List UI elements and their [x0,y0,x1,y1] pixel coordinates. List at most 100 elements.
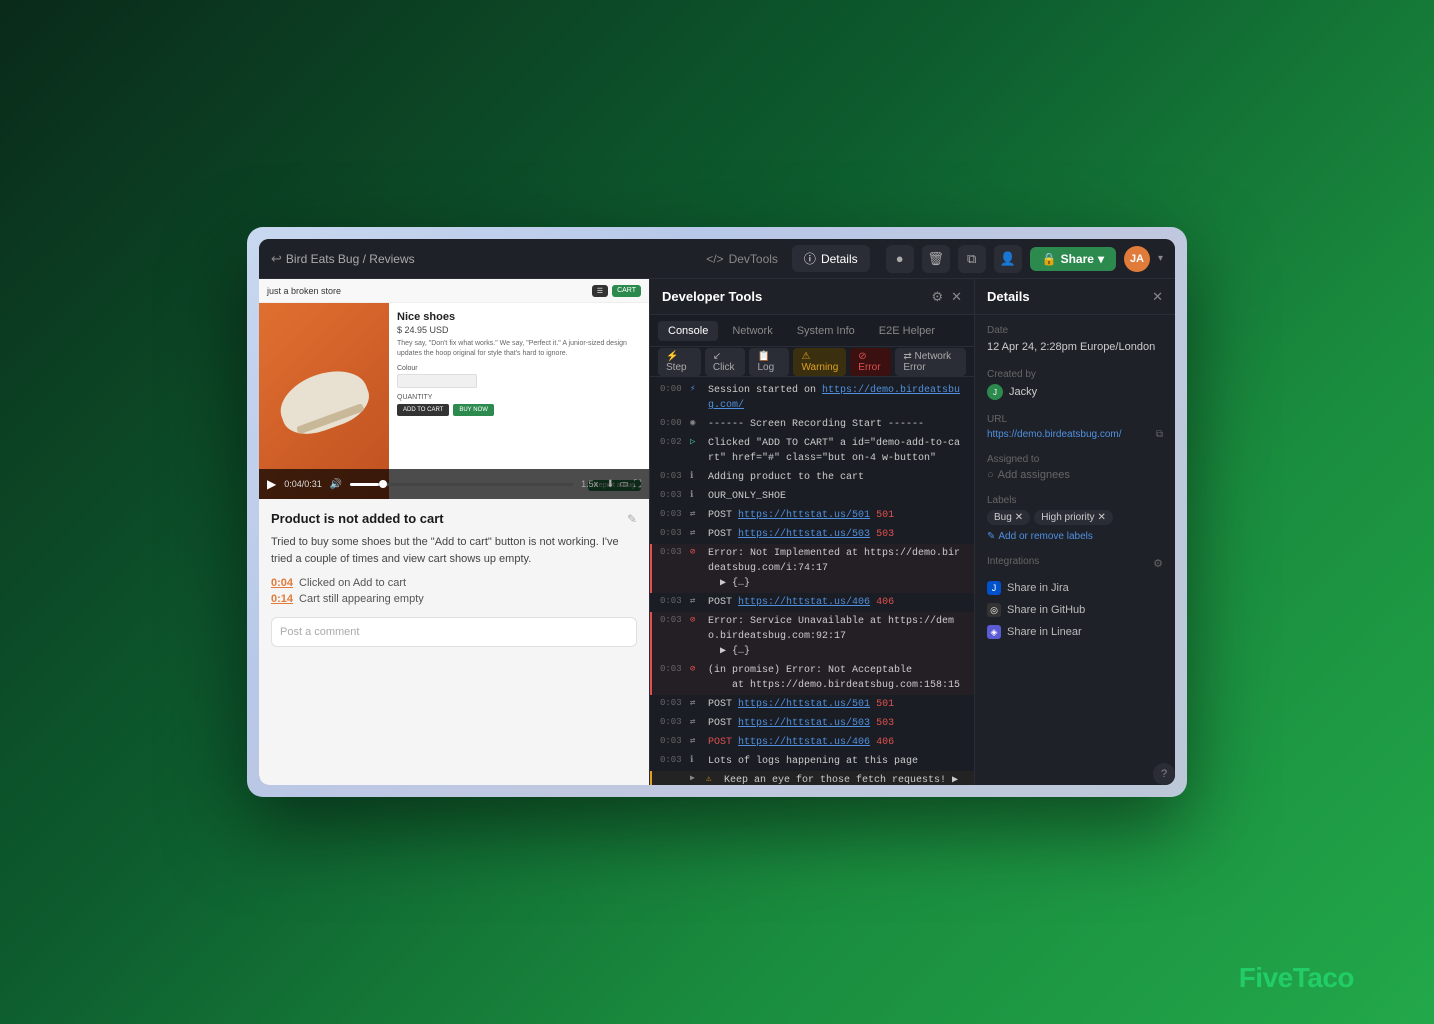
edit-icon[interactable]: ✎ [627,512,637,526]
add-to-cart-btn[interactable]: ADD TO CART [397,404,449,416]
log-line: 0:03 ⊘ Error: Service Unavailable at htt… [650,612,974,661]
click-icon: ▷ [690,436,702,450]
browser-window: ↩ Bird Eats Bug / Reviews </> DevTools ⓘ… [247,227,1187,797]
bug-description: Tried to buy some shoes but the "Add to … [271,534,637,567]
users-icon-btn[interactable]: 👤 [994,245,1022,273]
log-line: 0:03 ℹ Adding product to the cart [650,468,974,487]
timestamp-0[interactable]: 0:04 [271,577,293,589]
store-preview: just a broken store ☰ CART Nice sh [259,279,649,499]
log-line: 0:00 ◉ ------ Screen Recording Start ---… [650,415,974,434]
fullscreen-icon[interactable]: ⛶ [634,479,641,490]
console-filters: ⚡ Step ↙ Click 📋 Log ⚠ Warning ⊘ Error ⇄… [650,347,974,377]
filter-error[interactable]: ⊘ Error [850,348,891,376]
buy-now-btn[interactable]: BUY NOW [453,404,494,416]
log-line: 0:02 ▷ Clicked "ADD TO CART" a id="demo-… [650,434,974,468]
copy-icon-btn[interactable]: ⧉ [958,245,986,273]
add-assignee-icon: ○ [987,469,994,481]
created-by-section: Created by J Jacky [987,369,1163,400]
settings-icon[interactable]: ⚙ [931,289,943,305]
integrations-header: Integrations ⚙ [987,556,1163,571]
dot-icon-btn[interactable]: ● [886,245,914,273]
expand-arrow[interactable]: ▶ [690,773,700,785]
timestamp-1[interactable]: 0:14 [271,593,293,605]
chevron-down-icon: ▾ [1098,252,1104,266]
error-icon: ⊘ [690,546,702,560]
linear-integration[interactable]: ◈ Share in Linear [987,621,1163,643]
url-value[interactable]: https://demo.birdeatsbug.com/ [987,429,1152,440]
product-desc: They say, "Don't fix what works." We say… [397,339,641,359]
console-content: 0:00 ⚡ Session started on https://demo.b… [650,377,974,785]
jira-integration[interactable]: J Share in Jira [987,577,1163,599]
devtools-title: Developer Tools [662,289,762,304]
network-icon: ⇄ [690,595,702,609]
tab-system-info[interactable]: System Info [787,321,865,341]
jira-label: Share in Jira [1007,582,1069,594]
filter-warning[interactable]: ⚠ Warning [793,348,846,376]
filter-click[interactable]: ↙ Click [705,348,746,376]
creator-avatar: J [987,384,1003,400]
log-line: ▶ ⚠ Keep an eye for those fetch requests… [650,771,974,785]
back-button[interactable]: ↩ Bird Eats Bug / Reviews [271,251,415,267]
progress-bar[interactable] [350,483,573,486]
log-link[interactable]: https://demo.birdeatsbug.com/ [708,385,960,411]
github-integration[interactable]: ◎ Share in GitHub [987,599,1163,621]
shoe-illustration [272,360,375,442]
devtools-tabs: Console Network System Info E2E Helper [650,315,974,347]
share-button[interactable]: 🔒 Share ▾ [1030,247,1116,271]
picture-icon[interactable]: ▭ [620,479,629,490]
date-value: 12 Apr 24, 2:28pm Europe/London [987,340,1163,355]
timeline-item-0: 0:04 Clicked on Add to cart [271,577,637,589]
bug-label-text: Bug [994,512,1012,523]
github-label: Share in GitHub [1007,604,1085,616]
color-label: Colour [397,365,641,372]
labels-section: Labels Bug ✕ High priority ✕ [987,495,1163,542]
filter-log[interactable]: 📋 Log [749,348,789,376]
bug-title: Product is not added to cart [271,511,444,526]
url-section: URL https://demo.birdeatsbug.com/ ⧉ [987,414,1163,440]
network-icon: ⇄ [690,735,702,749]
product-actions: ADD TO CART BUY NOW [397,404,641,416]
comment-box[interactable]: Post a comment [271,617,637,647]
integrations-settings-icon[interactable]: ⚙ [1153,557,1163,570]
browser-inner: ↩ Bird Eats Bug / Reviews </> DevTools ⓘ… [259,239,1175,785]
brand-name: FiveTaco [1239,962,1354,993]
tab-e2e-helper[interactable]: E2E Helper [869,321,945,341]
timeline-item-1: 0:14 Cart still appearing empty [271,593,637,605]
filter-step[interactable]: ⚡ Step [658,348,701,376]
bug-label-remove[interactable]: ✕ [1015,512,1023,523]
help-button[interactable]: ? [1153,763,1175,785]
log-line: 0:03 ⇄ POST https://httstat.us/503 503 [650,525,974,544]
avatar[interactable]: JA [1124,246,1150,272]
record-icon: ◉ [690,417,702,431]
filter-network[interactable]: ⇄ Network Error [895,348,966,376]
play-button[interactable]: ▶ [267,477,276,491]
tab-devtools[interactable]: </> DevTools [694,245,790,272]
close-details-icon[interactable]: ✕ [1152,289,1163,305]
bug-title-row: Product is not added to cart ✎ [271,511,637,526]
tab-group: </> DevTools ⓘ Details [694,245,869,272]
timeline-action-1: Cart still appearing empty [299,593,424,605]
labels-label: Labels [987,495,1163,506]
info-icon: ℹ [690,470,702,484]
tab-network[interactable]: Network [722,321,782,341]
assigned-section: Assigned to ○ Add assignees [987,454,1163,481]
color-select[interactable] [397,374,477,388]
video-area: just a broken store ☰ CART Nice sh [259,279,649,499]
log-line: 0:03 ℹ Lots of logs happening at this pa… [650,752,974,771]
add-label-btn[interactable]: ✎ Add or remove labels [987,531,1163,542]
assignee-row[interactable]: ○ Add assignees [987,469,1163,481]
tab-console[interactable]: Console [658,321,718,341]
linear-label: Share in Linear [1007,626,1082,638]
tab-details[interactable]: ⓘ Details [792,245,870,272]
log-line: 0:03 ⇄ POST https://httstat.us/503 503 [650,714,974,733]
trash-icon-btn[interactable]: 🗑 [922,245,950,273]
download-icon[interactable]: ⬇ [606,479,614,490]
close-icon[interactable]: ✕ [951,289,962,305]
copy-url-icon[interactable]: ⧉ [1156,429,1163,440]
label-bug: Bug ✕ [987,510,1030,525]
network-icon: ⇄ [690,508,702,522]
high-priority-remove[interactable]: ✕ [1098,512,1106,523]
top-right-actions: ● 🗑 ⧉ 👤 🔒 Share ▾ JA ▾ [886,245,1163,273]
middle-panel: Developer Tools ⚙ ✕ Console Network Syst… [649,279,975,785]
volume-icon[interactable]: 🔊 [330,479,342,490]
